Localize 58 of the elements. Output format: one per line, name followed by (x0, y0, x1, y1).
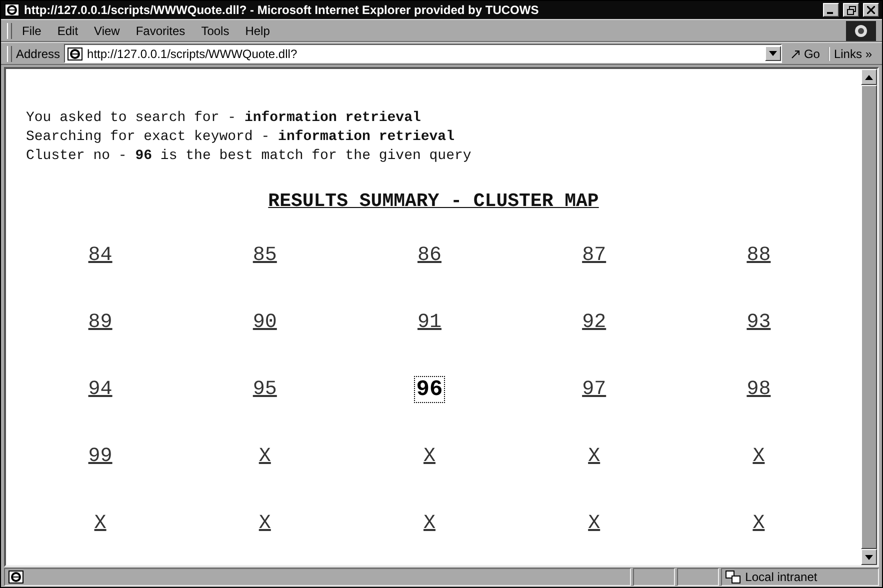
go-button[interactable]: Go (786, 46, 824, 60)
info-line: You asked to search for - information retrieval (26, 109, 422, 128)
cluster-link[interactable]: 86 (416, 244, 442, 267)
cluster-link[interactable]: 93 (746, 311, 772, 334)
cluster-link[interactable]: 88 (746, 244, 772, 267)
links-button[interactable]: Links » (828, 46, 876, 60)
cluster-link[interactable]: X (258, 445, 272, 468)
cluster-link[interactable]: X (422, 445, 436, 468)
cluster-link[interactable]: 95 (252, 378, 278, 401)
status-pane (677, 568, 720, 586)
browser-icon (67, 46, 84, 60)
menu-item[interactable]: Edit (51, 24, 84, 38)
cluster-link[interactable]: 92 (581, 311, 608, 334)
browser-icon (8, 570, 24, 584)
cluster-link[interactable]: X (587, 512, 602, 535)
cluster-link[interactable]: X (587, 445, 602, 468)
cluster-link[interactable]: X (422, 512, 436, 535)
caret-icon (768, 51, 777, 56)
restore-icon (846, 6, 856, 14)
network-icon (725, 570, 742, 584)
dropdown-button[interactable] (764, 46, 781, 61)
cluster-link[interactable]: 85 (252, 244, 278, 267)
cluster-link[interactable]: 99 (87, 445, 114, 468)
cluster-link[interactable]: 98 (746, 378, 772, 401)
cluster-link[interactable]: 97 (581, 378, 608, 401)
cluster-link[interactable]: X (258, 512, 272, 535)
status-pane (633, 568, 676, 586)
cluster-link[interactable]: 96 (415, 377, 444, 402)
cluster-link[interactable]: X (752, 445, 766, 468)
minimize-button[interactable] (823, 3, 839, 17)
cluster-link[interactable]: X (93, 512, 108, 535)
up-arrow-icon (865, 74, 873, 80)
cluster-link[interactable]: 94 (87, 378, 114, 401)
scroll-down-button[interactable] (861, 549, 877, 565)
zone-label: Local intranet (745, 570, 818, 584)
down-arrow-icon (865, 554, 873, 560)
cluster-link[interactable]: 89 (87, 311, 114, 334)
info-line: Searching for exact keyword - information retrieval (26, 128, 456, 147)
close-button[interactable] (863, 3, 879, 17)
restore-button[interactable] (843, 3, 859, 17)
menu-item[interactable]: Favorites (130, 24, 192, 38)
cluster-link[interactable]: 91 (416, 311, 442, 334)
cluster-link[interactable]: 90 (252, 311, 278, 334)
cluster-link[interactable]: X (752, 512, 766, 535)
menu-item[interactable]: File (16, 24, 48, 38)
info-line: Cluster no - 96 is the best match for the given query (26, 147, 472, 166)
address-field[interactable]: http://127.0.0.1/scripts/WWWQuote.dll? (64, 44, 782, 63)
menu-item[interactable]: Tools (195, 24, 236, 38)
scroll-up-button[interactable] (861, 69, 877, 85)
menu-item[interactable]: Help (239, 24, 276, 38)
address-label: Address (16, 46, 60, 60)
cluster-link[interactable]: 87 (581, 244, 608, 267)
window-title: http://127.0.0.1/scripts/WWWQuote.dll? - Microsoft Internet Explorer provided by TUCOWS (24, 3, 540, 17)
menu-item[interactable]: View (88, 24, 126, 38)
cluster-link[interactable]: 84 (87, 244, 114, 267)
close-icon (867, 6, 875, 14)
arrow-icon (790, 48, 802, 60)
page-heading: RESULTS SUMMARY - CLUSTER MAP (268, 190, 599, 212)
